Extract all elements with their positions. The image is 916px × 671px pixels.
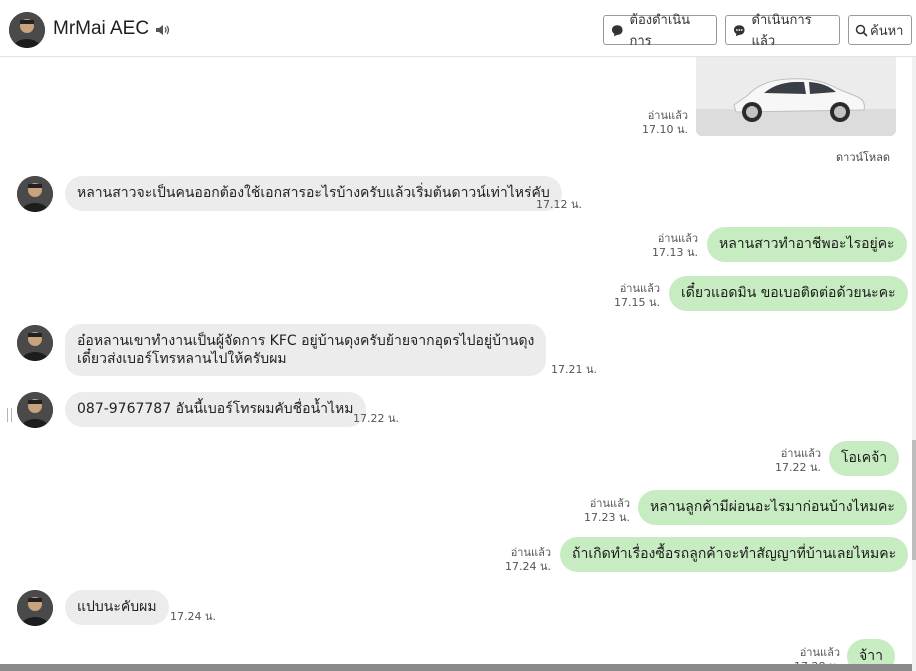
search-button[interactable]: ค้นหา (848, 15, 912, 45)
message-time: 17.22 น. (353, 412, 400, 425)
message-time: 17.24 น. (170, 610, 217, 623)
contact-avatar[interactable] (9, 12, 45, 48)
message-bubble-outgoing[interactable]: โอเคจ้า (829, 441, 900, 476)
download-link[interactable]: ดาวน์โหลด (836, 148, 890, 166)
image-read-status: อ่านแล้ว 17.10 น. (641, 109, 688, 136)
message-bubble-incoming[interactable]: อ๋อหลานเขาทำงานเป็นผู้จัดการ KFC อยู่บ้า… (65, 324, 547, 376)
message-bubble-outgoing[interactable]: ถ้าเกิดทำเรื่องซื้อรถลูกค้าจะทำสัญญาที่บ… (560, 537, 909, 572)
todo-button[interactable]: ต้องดำเนินการ (603, 13, 717, 49)
speaker-icon[interactable] (155, 23, 171, 37)
message-bubble-outgoing[interactable]: หลานลูกค้ามีผ่อนอะไรมาก่อนบ้างไหมคะ (638, 490, 907, 525)
sender-avatar[interactable] (17, 176, 53, 212)
message-bubble-incoming[interactable]: แปบนะคับผม (65, 590, 169, 625)
sender-avatar[interactable] (17, 392, 53, 428)
done-button-label: ดำเนินการแล้ว (751, 13, 812, 49)
chat-bubble-icon (611, 24, 623, 36)
scrollbar-track[interactable] (912, 57, 916, 671)
sender-avatar[interactable] (17, 325, 53, 361)
chat-messages[interactable]: อ่านแล้ว 17.10 น. ดาวน์โหลด หลานสาวจะเป็… (0, 57, 912, 671)
message-line: อ๋อหลานเขาทำงานเป็นผู้จัดการ KFC อยู่บ้า… (77, 333, 535, 349)
message-read-status: อ่านแล้ว 17.15 น. (613, 282, 660, 309)
message-time: 17.21 น. (551, 363, 598, 376)
message-bubble-outgoing[interactable]: หลานสาวทำอาชีพอะไรอยู่คะ (707, 227, 907, 262)
sender-avatar[interactable] (17, 590, 53, 626)
todo-button-label: ต้องดำเนินการ (629, 13, 691, 49)
message-bubble-incoming[interactable]: หลานสาวจะเป็นคนออกต้องใช้เอกสารอะไรบ้างค… (65, 176, 562, 211)
chat-header: MrMai AEC ต้องดำเนินการ ดำเนินการแล้ว ค้… (0, 0, 916, 57)
bottom-scrollbar[interactable] (0, 664, 912, 671)
done-button[interactable]: ดำเนินการแล้ว (725, 13, 840, 49)
contact-name: MrMai AEC (53, 18, 150, 39)
message-read-status: อ่านแล้ว 17.23 น. (583, 497, 630, 524)
message-bubble-incoming[interactable]: 087-9767787 อันนี้เบอร์โทรผมคับชื่อน้ำไห… (65, 392, 366, 427)
drag-handle[interactable] (7, 408, 12, 422)
scrollbar-thumb[interactable] (912, 440, 916, 560)
message-time: 17.12 น. (536, 198, 583, 211)
message-read-status: อ่านแล้ว 17.13 น. (651, 232, 698, 259)
chat-dots-icon (733, 24, 745, 36)
car-image[interactable] (696, 57, 896, 136)
message-read-status: อ่านแล้ว 17.22 น. (774, 447, 821, 474)
message-read-status: อ่านแล้ว 17.24 น. (504, 546, 551, 573)
message-bubble-outgoing[interactable]: เดี๋ยวแอดมิน ขอเบอติดต่อด้วยนะคะ (669, 276, 908, 311)
search-icon (855, 24, 868, 37)
message-line: เดี๋ยวส่งเบอร์โทรหลานไปให้ครับผม (77, 351, 287, 367)
search-button-label: ค้นหา (870, 23, 904, 39)
